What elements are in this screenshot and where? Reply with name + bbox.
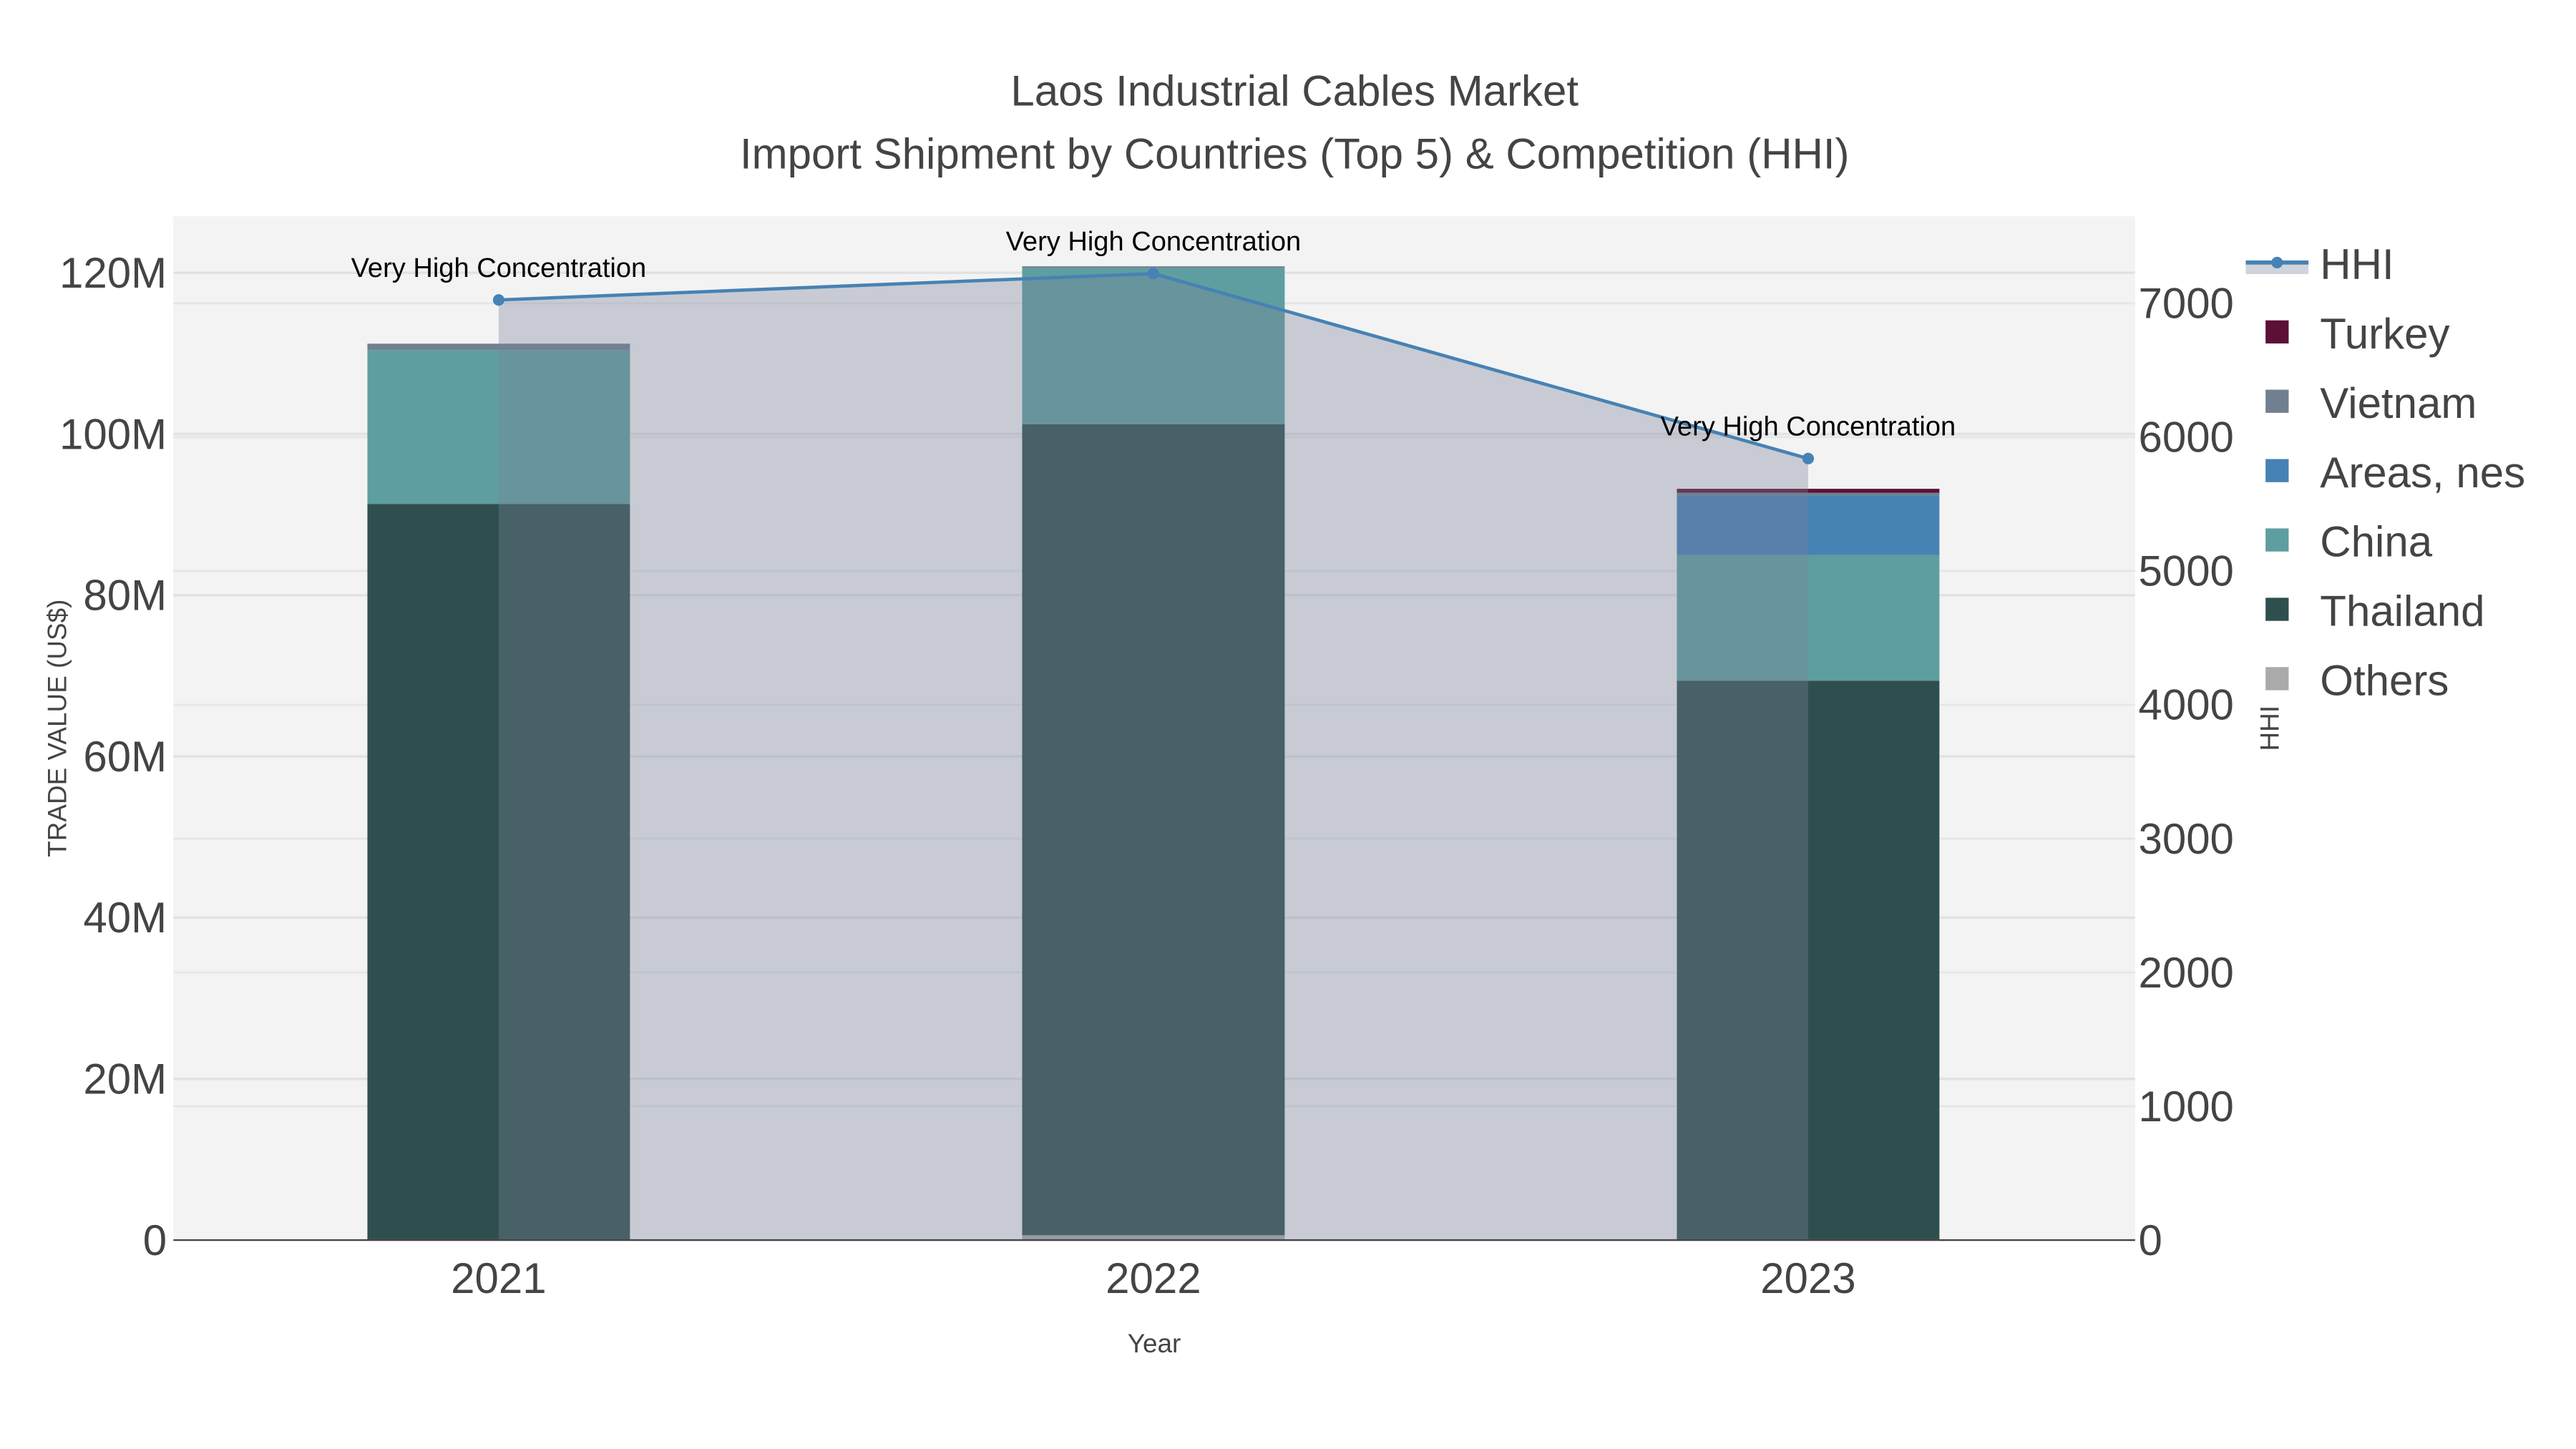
- hhi-point: [1802, 452, 1814, 464]
- y-tick-label: 40M: [83, 894, 167, 942]
- y-tick-label: 80M: [83, 572, 167, 620]
- legend-label: Thailand: [2320, 587, 2484, 635]
- legend-swatch-china: [2265, 528, 2289, 552]
- bar-vietnam-2022: [1022, 266, 1285, 268]
- y-axis-label: TRADE VALUE (US$): [42, 600, 72, 857]
- y-tick-label: 20M: [83, 1055, 167, 1103]
- legend-swatch-vietnam: [2265, 389, 2289, 413]
- hhi-point: [1147, 268, 1159, 280]
- y2-tick-label: 1000: [2138, 1083, 2233, 1131]
- legend-swatch-others: [2265, 667, 2289, 691]
- y2-tick-label: 7000: [2138, 280, 2233, 328]
- legend-label: HHI: [2320, 240, 2394, 288]
- x-tick-label: 2022: [1106, 1254, 1201, 1302]
- legend-hhi-marker: [2271, 256, 2283, 268]
- y2-axis-label: HHI: [2255, 706, 2285, 751]
- hhi-annotation: Very High Concentration: [1661, 412, 1956, 442]
- y2-tick-label: 5000: [2138, 547, 2233, 595]
- y-tick-label: 120M: [59, 249, 167, 297]
- hhi-annotation: Very High Concentration: [351, 253, 647, 283]
- hhi-point: [492, 294, 504, 306]
- y-tick-label: 100M: [59, 410, 167, 458]
- legend-label: Others: [2320, 657, 2449, 705]
- legend-swatch-turkey: [2265, 320, 2289, 343]
- x-tick-label: 2021: [451, 1254, 546, 1302]
- hhi-area: [498, 273, 1808, 1241]
- legend-swatch-areas-nes: [2265, 459, 2289, 482]
- chart: Laos Industrial Cables Market Import Shi…: [42, 67, 2525, 1358]
- legend-label: Areas, nes: [2320, 449, 2525, 497]
- x-axis-label: Year: [1128, 1329, 1181, 1358]
- y-tick-label: 0: [143, 1216, 167, 1264]
- legend: HHI Turkey Vietnam Areas, nes China Thailand O…: [2245, 240, 2525, 705]
- y2-tick-label: 6000: [2138, 414, 2233, 462]
- legend-label: Turkey: [2320, 310, 2449, 358]
- hhi-annotation: Very High Concentration: [1006, 227, 1302, 257]
- y2-tick-label: 4000: [2138, 681, 2233, 729]
- legend-swatch-thailand: [2265, 597, 2289, 621]
- legend-label: China: [2320, 518, 2432, 566]
- y2-tick-label: 2000: [2138, 949, 2233, 997]
- x-tick-label: 2023: [1760, 1254, 1855, 1302]
- y2-tick-label: 3000: [2138, 815, 2233, 863]
- chart-title: Laos Industrial Cables Market: [1010, 67, 1579, 115]
- y2-tick-label: 0: [2138, 1216, 2162, 1264]
- legend-label: Vietnam: [2320, 379, 2477, 427]
- chart-subtitle: Import Shipment by Countries (Top 5) & C…: [740, 130, 1850, 177]
- y-tick-label: 60M: [83, 733, 167, 781]
